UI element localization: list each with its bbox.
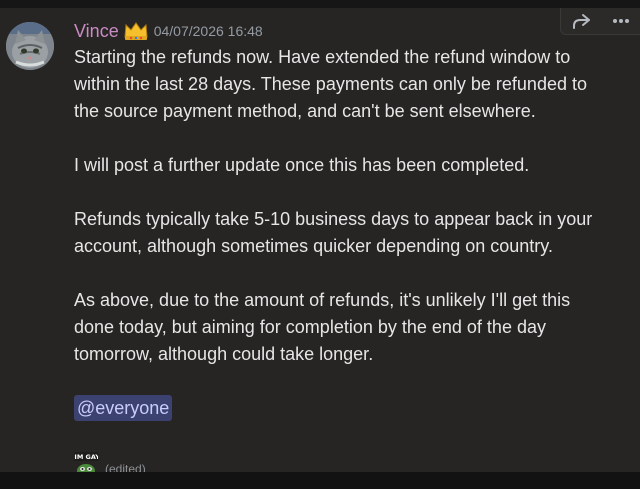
text-line: within the last 28 days. These payments …: [74, 74, 587, 94]
mention-paragraph: @everyone: [74, 395, 626, 422]
text-line: Refunds typically take 5-10 business day…: [74, 209, 593, 229]
more-options-button[interactable]: [606, 9, 636, 33]
forward-button[interactable]: [566, 9, 596, 33]
username[interactable]: Vince: [74, 21, 119, 42]
chat-message: Vince 04/07/2026 16:48 Starting the refu…: [0, 8, 640, 480]
paragraph: As above, due to the amount of refunds, …: [74, 287, 626, 368]
emote-caption: JIM GAY: [74, 453, 98, 461]
message-header: Vince 04/07/2026 16:48: [74, 18, 263, 44]
everyone-mention[interactable]: @everyone: [74, 395, 173, 421]
text-line: As above, due to the amount of refunds, …: [74, 290, 571, 310]
crown-icon: [123, 20, 149, 42]
text-line: done today, but aiming for completion by…: [74, 317, 546, 337]
paragraph: Starting the refunds now. Have extended …: [74, 44, 626, 125]
text-line: Starting the refunds now. Have extended …: [74, 47, 571, 67]
paragraph: I will post a further update once this h…: [74, 152, 626, 179]
share-icon: [573, 14, 590, 29]
avatar[interactable]: [6, 22, 54, 70]
more-icon: [613, 19, 629, 23]
top-divider: [0, 0, 640, 8]
text-line: tomorrow, although could take longer.: [74, 344, 374, 364]
message-toolbar: [560, 8, 640, 35]
text-line: the source payment method, and can't be …: [74, 101, 536, 121]
cat-avatar-image: [6, 22, 54, 70]
text-line: account, although sometimes quicker depe…: [74, 236, 553, 256]
text-line: I will post a further update once this h…: [74, 155, 530, 175]
message-body: Starting the refunds now. Have extended …: [74, 44, 626, 422]
bottom-divider: [0, 472, 640, 489]
paragraph: Refunds typically take 5-10 business day…: [74, 206, 626, 260]
timestamp: 04/07/2026 16:48: [153, 23, 263, 39]
